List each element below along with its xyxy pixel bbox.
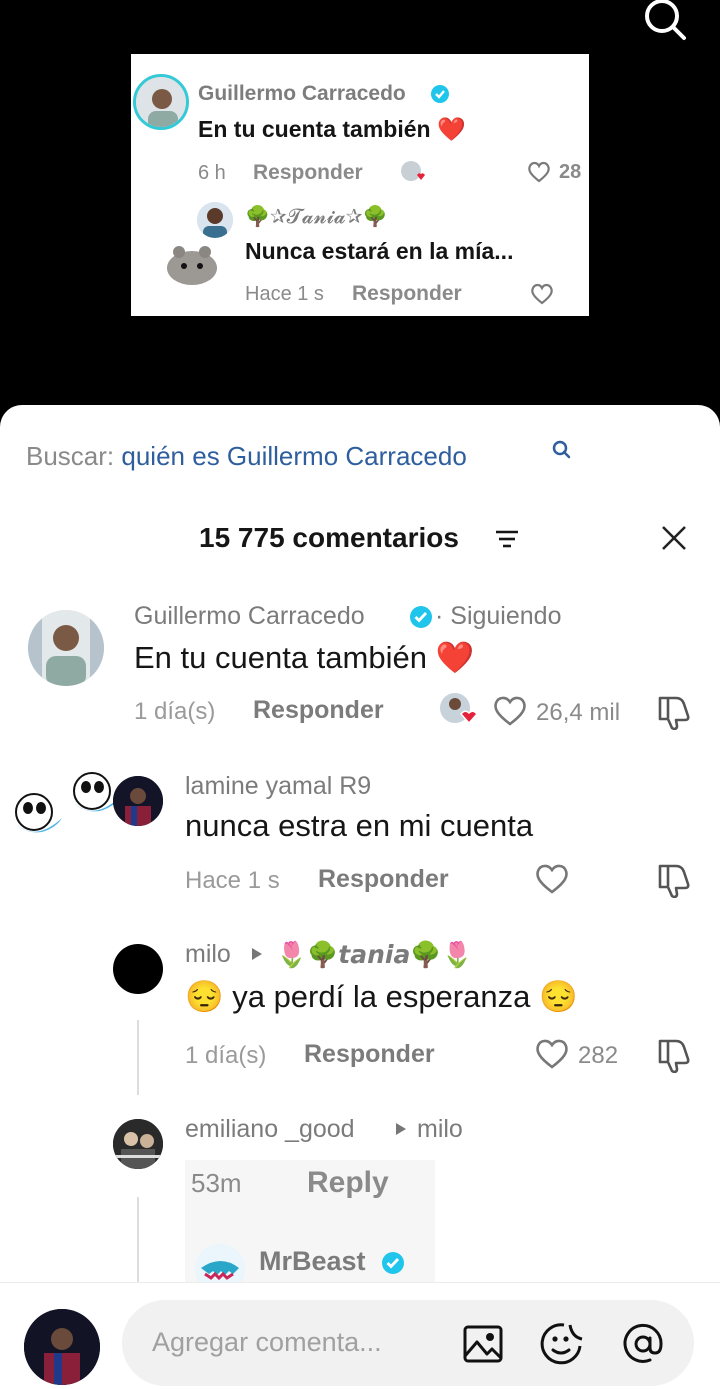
reply-reply-button: Responder (352, 282, 462, 305)
reply-heart-icon (529, 282, 555, 306)
reply-arrow-icon (394, 1121, 408, 1137)
crying-emoji-sticker (14, 792, 64, 838)
comment-text: En tu cuenta también ❤️ (134, 640, 475, 675)
thread-line (137, 1020, 139, 1095)
search-query[interactable]: quién es Guillermo Carracedo (121, 441, 466, 471)
comment-author[interactable]: emiliano _good (185, 1115, 355, 1144)
liked-by-creator-icon (399, 159, 427, 185)
card-time: 6 h (198, 162, 226, 184)
comment-input[interactable]: Agregar comenta... (122, 1300, 694, 1386)
my-avatar[interactable] (24, 1309, 100, 1385)
reply-to-user[interactable]: 🌷🌳𝙩𝙖𝙣𝙞𝙖🌳🌷 (276, 940, 473, 970)
card-comment: En tu cuenta también ❤️ (198, 116, 466, 142)
reply-button[interactable]: Responder (318, 865, 449, 894)
like-icon[interactable] (492, 695, 528, 727)
hamster-sticker (165, 240, 219, 286)
card-like-count: 28 (559, 161, 582, 183)
sort-icon[interactable] (494, 528, 520, 550)
heart-icon (526, 160, 552, 184)
embedded-screenshot[interactable]: 53m Reply MrBeast (185, 1160, 435, 1290)
verified-icon (431, 85, 449, 103)
reply-to-user[interactable]: milo (417, 1115, 463, 1144)
avatar[interactable] (113, 776, 163, 826)
comment-screenshot-card: Guillermo Carracedo En tu cuenta también… (131, 54, 589, 316)
comment-count: 15 775 comentarios (199, 522, 459, 553)
search-small-icon (551, 439, 573, 461)
comment-text: 😔 ya perdí la esperanza 😔 (185, 979, 578, 1014)
liked-by-creator-icon (439, 691, 479, 727)
search-prefix: Buscar: (26, 441, 115, 471)
avatar[interactable] (113, 1119, 163, 1169)
card-author: Guillermo Carracedo (198, 82, 406, 105)
embedded-time: 53m (191, 1168, 242, 1198)
verified-icon (409, 605, 433, 629)
reply-text: Nunca estará en la mía... (245, 238, 514, 264)
search-icon[interactable] (640, 0, 688, 44)
dislike-icon[interactable] (656, 1037, 692, 1074)
dislike-icon[interactable] (656, 862, 692, 899)
comment-author[interactable]: Guillermo Carracedo (134, 602, 365, 631)
dislike-icon[interactable] (656, 694, 692, 731)
avatar[interactable] (28, 610, 104, 686)
mention-icon[interactable] (620, 1322, 666, 1366)
comment-time: 1 día(s) (185, 1042, 267, 1069)
avatar[interactable] (113, 944, 163, 994)
comment-text: nunca estra en mi cuenta (185, 808, 534, 843)
like-icon[interactable] (534, 1038, 570, 1070)
reply-button[interactable]: Responder (304, 1040, 435, 1069)
reply-arrow-icon (250, 946, 264, 962)
comment-author[interactable]: lamine yamal R9 (185, 772, 371, 801)
comments-sheet: Buscar: quién es Guillermo Carracedo 15 … (0, 405, 720, 1388)
card-reply-button: Responder (253, 161, 363, 184)
like-icon[interactable] (534, 863, 570, 895)
like-count: 26,4 mil (536, 699, 621, 726)
close-icon[interactable] (660, 524, 688, 552)
embedded-author: MrBeast (259, 1246, 366, 1276)
embedded-reply: Reply (307, 1166, 389, 1199)
thread-line (137, 1197, 139, 1287)
reply-avatar (197, 202, 233, 238)
following-label: · Siguiendo (435, 602, 562, 630)
comment-author[interactable]: milo (185, 940, 231, 969)
reply-author: 🌳✰𝓣𝓪𝓷𝓲𝓪✰🌳 (245, 206, 388, 228)
comment-time: Hace 1 s (185, 867, 280, 894)
image-icon[interactable] (462, 1324, 504, 1364)
comment-input-placeholder: Agregar comenta... (152, 1327, 382, 1357)
comment-time: 1 día(s) (134, 698, 216, 725)
verified-icon (381, 1251, 405, 1275)
emoji-icon[interactable] (540, 1322, 586, 1366)
avatar (133, 74, 189, 130)
reply-button[interactable]: Responder (253, 696, 384, 725)
search-suggestion[interactable]: Buscar: quién es Guillermo Carracedo (26, 441, 467, 472)
reply-time: Hace 1 s (245, 283, 324, 305)
like-count: 282 (578, 1042, 619, 1069)
